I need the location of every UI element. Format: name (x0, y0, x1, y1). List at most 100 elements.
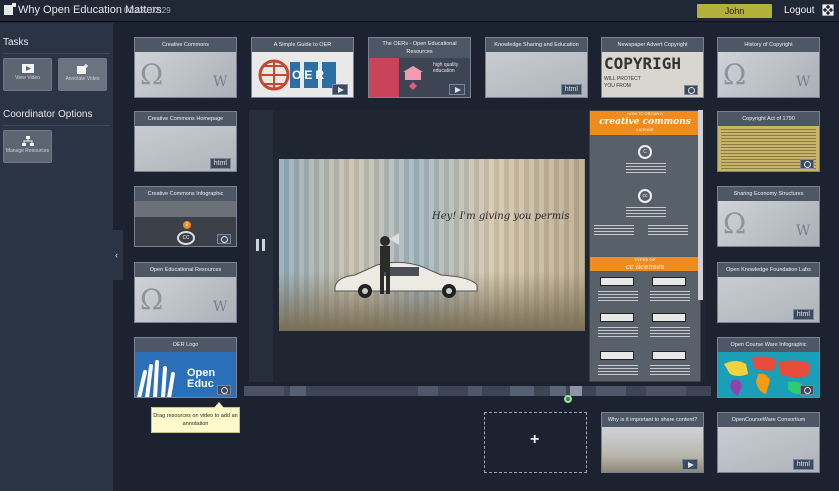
resource-title: History of Copyright (718, 38, 819, 52)
man-with-megaphone-illustration (380, 233, 399, 294)
resource-title: Creative Commons Homepage (135, 112, 236, 126)
resource-title: A Simple Guide to OER (252, 38, 353, 52)
resource-card-history-of-copyright[interactable]: History of Copyright ΩW (717, 37, 820, 98)
resource-card-newspaper-advert[interactable]: Newspaper Advert Copyright COPYRIGH WILL… (601, 37, 704, 98)
view-video-label: View Video (15, 75, 40, 81)
resource-card-simple-guide-oer[interactable]: A Simple Guide to OER OER (251, 37, 354, 98)
license-badge (652, 351, 686, 360)
resource-thumbnail: ΩW (135, 52, 236, 97)
video-play-icon (682, 459, 698, 470)
timeline-segment[interactable] (468, 386, 482, 396)
types-small: TYPES OF (634, 257, 656, 262)
logout-link[interactable]: Logout (784, 5, 815, 16)
infographic-header-strip (135, 201, 236, 217)
annotate-video-button[interactable]: Annotate Video (58, 58, 107, 91)
play-icon (21, 64, 34, 73)
camera-icon (800, 385, 814, 395)
video-time: 01:43 / 02:29 (124, 6, 171, 15)
pause-icon[interactable] (256, 239, 266, 251)
resource-card-open-educational-resources[interactable]: Open Educational Resources ΩW (134, 262, 237, 323)
infographic-panel[interactable]: HOW TO OBTAIN A creative commons LICENSE… (589, 110, 701, 382)
video-frame[interactable]: Hey! I'm giving you permis (279, 159, 585, 331)
resource-thumbnail: html (135, 126, 236, 171)
resource-title: Open Educational Resources (135, 263, 236, 277)
timeline-segment[interactable] (290, 386, 306, 396)
infographic-header-small: HOW TO OBTAIN A (627, 111, 663, 116)
camera-icon (800, 159, 814, 169)
resource-card-copyright-act-1790[interactable]: Copyright Act of 1790 (717, 111, 820, 172)
resource-thumbnail (602, 427, 703, 472)
types-big: cc licenses (625, 263, 665, 271)
camera-icon (684, 85, 698, 95)
resource-card-knowledge-sharing[interactable]: Knowledge Sharing and Education html (485, 37, 588, 98)
text-block (650, 291, 690, 303)
html-badge: html (209, 158, 231, 169)
resource-card-open-knowledge-foundation-labs[interactable]: Open Knowledge Foundation Labs html (717, 262, 820, 323)
drag-hint-tooltip: Drag resources on video to add an annota… (151, 402, 240, 433)
copyright-circle-icon: C (638, 145, 652, 159)
plus-icon: + (530, 431, 540, 448)
resource-thumbnail: html (718, 277, 819, 322)
divider (3, 53, 110, 54)
text-block (650, 365, 690, 377)
timeline-segment[interactable] (510, 386, 534, 396)
license-badge (600, 351, 634, 360)
license-badge (600, 313, 634, 322)
text-block (598, 365, 638, 377)
resource-title: Creative Commons Infographic (135, 187, 236, 201)
text-block (648, 225, 688, 237)
annotate-icon (76, 64, 88, 74)
timeline-segment[interactable] (646, 386, 686, 396)
copyright-text: COPYRIGH (604, 54, 682, 73)
timeline-segment[interactable] (418, 386, 438, 396)
manage-resources-label: Manage Resources (5, 148, 50, 154)
resource-card-oer-logo[interactable]: OER Logo Open Educ (134, 337, 237, 398)
resource-thumbnail (718, 352, 819, 397)
view-video-button[interactable]: View Video (3, 58, 52, 91)
top-bar: Why Open Education Matters 01:43 / 02:29… (0, 0, 839, 30)
add-annotation-dropzone[interactable]: + (484, 412, 587, 473)
resource-thumbnail: ΩW (718, 201, 819, 246)
video-play-icon (449, 84, 465, 95)
timeline-segment[interactable] (550, 386, 566, 396)
resource-thumbnail: COPYRIGH WILL PROTECT YOU FROM (602, 52, 703, 97)
resource-thumbnail: Open Educ (135, 352, 236, 397)
high-quality-text: high quality education (433, 62, 459, 74)
resource-card-creative-commons[interactable]: Creative Commons ΩW (134, 37, 237, 98)
resource-title: Sharing Economy Structures (718, 187, 819, 201)
resource-thumbnail: ΩW (718, 52, 819, 97)
sidebar-collapse-toggle[interactable]: ‹ (113, 230, 123, 280)
resource-card-oers-open-educational-resources[interactable]: The OERs - Open Educational Resources hi… (368, 37, 471, 98)
text-block (626, 207, 666, 219)
license-badge (652, 277, 686, 286)
resource-card-opencourseware-consortium[interactable]: OpenCourseWare Consortium html (717, 412, 820, 473)
license-badge (600, 277, 634, 286)
oer-text: OER (292, 68, 328, 82)
timeline-segment[interactable] (244, 386, 284, 396)
cc-circle-icon: cc (638, 189, 652, 203)
infographic-scrollbar[interactable] (698, 110, 703, 300)
expand-arrows-icon[interactable] (822, 4, 834, 16)
annotate-video-label: Annotate Video (65, 76, 100, 82)
resource-card-sharing-economy[interactable]: Sharing Economy Structures ΩW (717, 186, 820, 247)
resource-card-open-course-ware-infographic[interactable]: Open Course Ware Infographic (717, 337, 820, 398)
annotation-timeline[interactable] (244, 386, 711, 396)
resource-thumbnail: html (486, 52, 587, 97)
timeline-playhead[interactable] (564, 395, 572, 403)
vintage-car-illustration (334, 261, 478, 298)
user-badge[interactable]: John (Coordinator) (697, 4, 772, 30)
resource-title: Open Knowledge Foundation Labs (718, 263, 819, 277)
html-badge: html (560, 84, 582, 95)
license-badge (652, 313, 686, 322)
resource-thumbnail (718, 126, 819, 171)
timeline-segment[interactable] (570, 386, 582, 396)
timeline-segment[interactable] (596, 386, 626, 396)
camera-icon (217, 385, 231, 395)
raised-hands-icon (137, 360, 175, 397)
resource-card-creative-commons-homepage[interactable]: Creative Commons Homepage html (134, 111, 237, 172)
resource-card-creative-commons-infographic[interactable]: Creative Commons Infographic 2 cc (134, 186, 237, 247)
resource-card-why-share-content[interactable]: Why is it important to share content? (601, 412, 704, 473)
text-block (598, 327, 638, 339)
resource-title: Newspaper Advert Copyright (602, 38, 703, 52)
manage-resources-button[interactable]: Manage Resources (3, 130, 52, 163)
